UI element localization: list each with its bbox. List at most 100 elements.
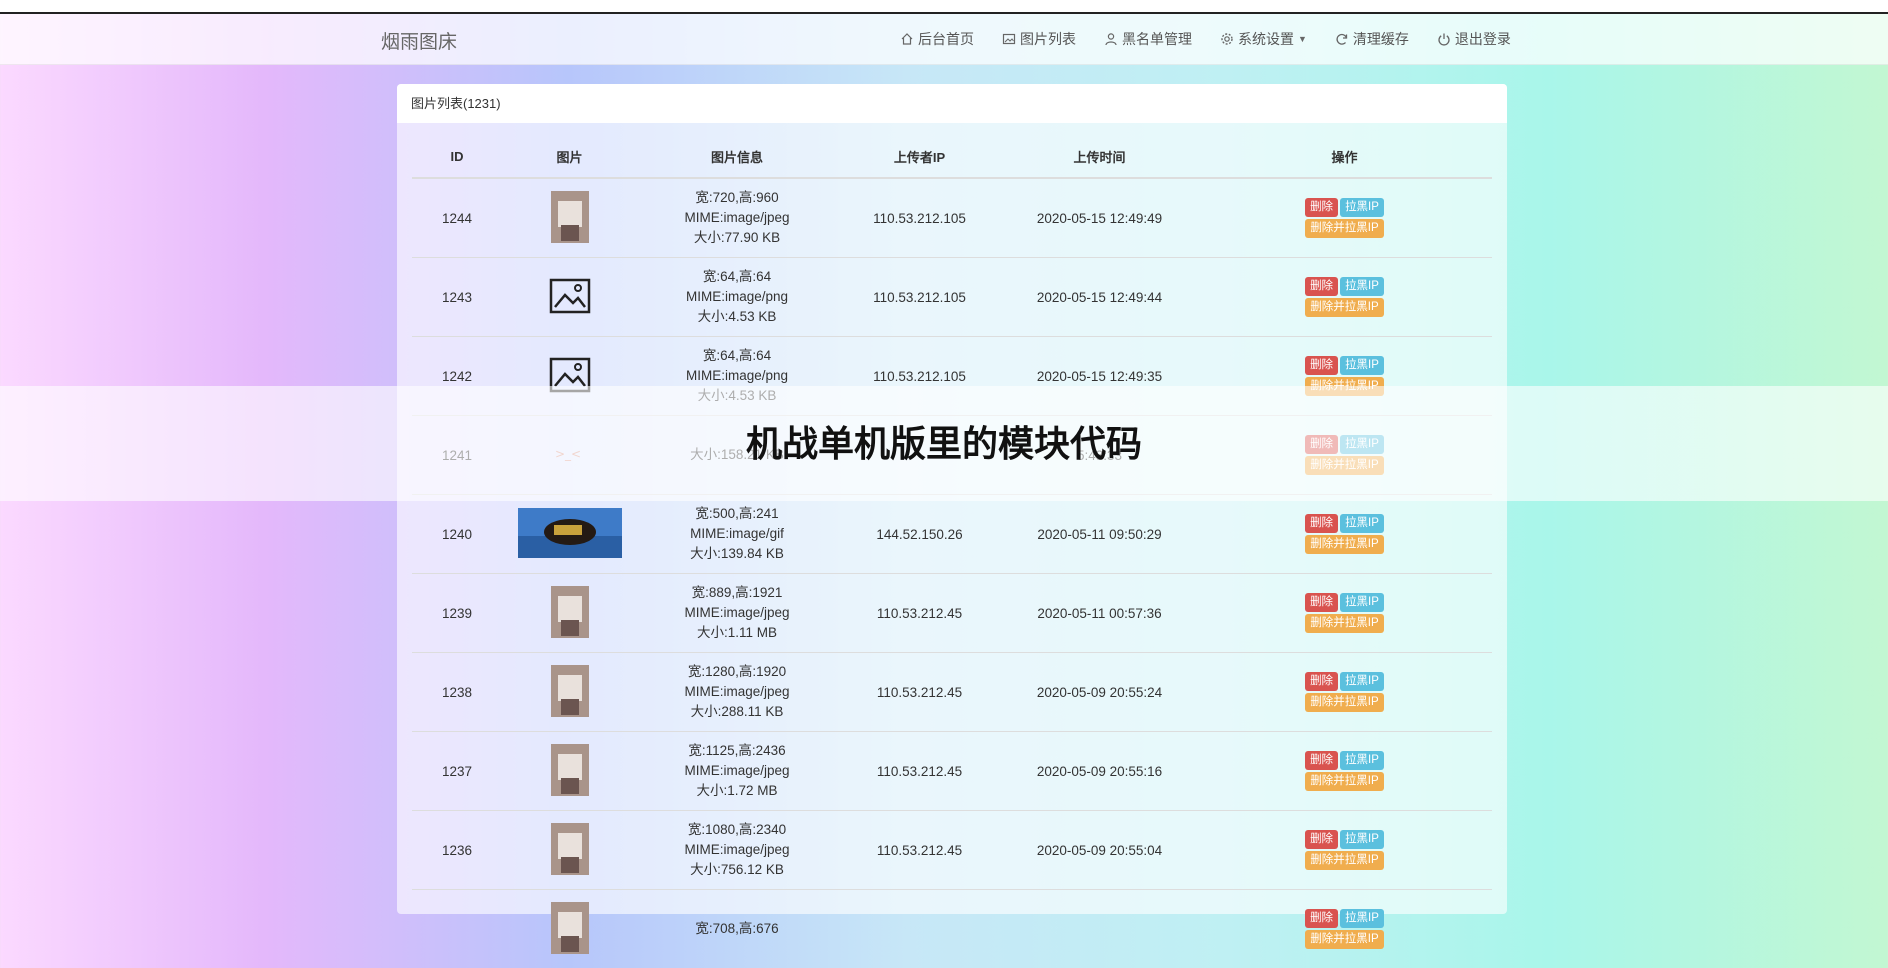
thumbnail-image[interactable] bbox=[551, 586, 589, 641]
thumbnail-image[interactable] bbox=[551, 744, 589, 799]
nav-home[interactable]: 后台首页 bbox=[900, 29, 974, 49]
row-thumbnail-cell bbox=[502, 732, 637, 811]
delete-button[interactable]: 删除 bbox=[1305, 751, 1338, 770]
info-dimensions: 宽:1125,高:2436 bbox=[638, 741, 836, 761]
row-uploader-ip: 110.53.212.105 bbox=[837, 178, 1002, 258]
info-size: 大小:139.84 KB bbox=[638, 544, 836, 564]
delete-and-ban-button[interactable]: 删除并拉黑IP bbox=[1305, 535, 1383, 554]
nav-image-list-label: 图片列表 bbox=[1020, 29, 1076, 49]
nav-blacklist[interactable]: 黑名单管理 bbox=[1104, 29, 1192, 49]
delete-and-ban-button[interactable]: 删除并拉黑IP bbox=[1305, 298, 1383, 317]
delete-button[interactable]: 删除 bbox=[1305, 356, 1338, 375]
ban-ip-button[interactable]: 拉黑IP bbox=[1340, 514, 1384, 533]
info-dimensions: 宽:64,高:64 bbox=[638, 267, 836, 287]
row-id bbox=[412, 890, 502, 968]
row-actions: 删除拉黑IP 删除并拉黑IP bbox=[1197, 732, 1492, 811]
row-id: 1238 bbox=[412, 653, 502, 732]
nav-logout[interactable]: 退出登录 bbox=[1437, 29, 1511, 49]
row-image-info: 宽:889,高:1921MIME:image/jpeg大小:1.11 MB bbox=[637, 574, 837, 653]
info-size: 大小:1.11 MB bbox=[638, 623, 836, 643]
delete-button[interactable]: 删除 bbox=[1305, 830, 1338, 849]
ban-ip-button[interactable]: 拉黑IP bbox=[1340, 672, 1384, 691]
ban-ip-button[interactable]: 拉黑IP bbox=[1340, 909, 1384, 928]
info-dimensions: 宽:500,高:241 bbox=[638, 504, 836, 524]
row-uploader-ip: 144.52.150.26 bbox=[837, 495, 1002, 574]
ban-ip-button[interactable]: 拉黑IP bbox=[1340, 751, 1384, 770]
row-upload-time: 2020-05-09 20:55:04 bbox=[1002, 811, 1197, 890]
delete-and-ban-button[interactable]: 删除并拉黑IP bbox=[1305, 930, 1383, 949]
row-id: 1240 bbox=[412, 495, 502, 574]
delete-button[interactable]: 删除 bbox=[1305, 909, 1338, 928]
power-icon bbox=[1437, 32, 1451, 46]
table-row: 1240 宽:500,高:241MIME:image/gif大小:139.84 K… bbox=[412, 495, 1492, 574]
nav-clear-cache[interactable]: 清理缓存 bbox=[1335, 29, 1409, 49]
ban-ip-button[interactable]: 拉黑IP bbox=[1340, 356, 1384, 375]
home-icon bbox=[900, 32, 914, 46]
info-mime: MIME:image/jpeg bbox=[638, 208, 836, 228]
delete-and-ban-button[interactable]: 删除并拉黑IP bbox=[1305, 772, 1383, 791]
row-image-info: 宽:708,高:676 bbox=[637, 890, 837, 968]
table-row: 宽:708,高:676 删除拉黑IP 删除并拉黑IP bbox=[412, 890, 1492, 968]
delete-button[interactable]: 删除 bbox=[1305, 593, 1338, 612]
thumbnail-image[interactable] bbox=[551, 191, 589, 246]
table-header-row: ID 图片 图片信息 上传者IP 上传时间 操作 bbox=[412, 136, 1492, 178]
row-image-info: 宽:1280,高:1920MIME:image/jpeg大小:288.11 KB bbox=[637, 653, 837, 732]
row-image-info: 宽:500,高:241MIME:image/gif大小:139.84 KB bbox=[637, 495, 837, 574]
table-row: 1236宽:1080,高:2340MIME:image/jpeg大小:756.1… bbox=[412, 811, 1492, 890]
thumbnail-image[interactable] bbox=[551, 665, 589, 720]
info-mime: MIME:image/png bbox=[638, 366, 836, 386]
info-mime: MIME:image/png bbox=[638, 287, 836, 307]
caret-down-icon: ▼ bbox=[1298, 34, 1307, 44]
nav-settings[interactable]: 系统设置 ▼ bbox=[1220, 29, 1307, 49]
col-image-header: 图片 bbox=[502, 136, 637, 178]
col-info-header: 图片信息 bbox=[637, 136, 837, 178]
row-id: 1237 bbox=[412, 732, 502, 811]
ban-ip-button[interactable]: 拉黑IP bbox=[1340, 593, 1384, 612]
info-dimensions: 宽:889,高:1921 bbox=[638, 583, 836, 603]
delete-button[interactable]: 删除 bbox=[1305, 672, 1338, 691]
row-uploader-ip: 110.53.212.45 bbox=[837, 574, 1002, 653]
delete-and-ban-button[interactable]: 删除并拉黑IP bbox=[1305, 851, 1383, 870]
row-uploader-ip: 110.53.212.105 bbox=[837, 258, 1002, 337]
nav-clear-cache-label: 清理缓存 bbox=[1353, 29, 1409, 49]
table-row: 1243宽:64,高:64MIME:image/png大小:4.53 KB110… bbox=[412, 258, 1492, 337]
delete-button[interactable]: 删除 bbox=[1305, 277, 1338, 296]
info-dimensions: 宽:1280,高:1920 bbox=[638, 662, 836, 682]
nav-menu: 后台首页 图片列表 黑名单管理 系统设置 ▼ 清理缓存 退出登录 bbox=[900, 14, 1539, 64]
info-mime: MIME:image/jpeg bbox=[638, 603, 836, 623]
delete-and-ban-button[interactable]: 删除并拉黑IP bbox=[1305, 614, 1383, 633]
info-mime: MIME:image/jpeg bbox=[638, 761, 836, 781]
row-uploader-ip: 110.53.212.45 bbox=[837, 732, 1002, 811]
info-size: 大小:4.53 KB bbox=[638, 307, 836, 327]
delete-and-ban-button[interactable]: 删除并拉黑IP bbox=[1305, 693, 1383, 712]
image-table: ID 图片 图片信息 上传者IP 上传时间 操作 1244 宽:720,高:960… bbox=[412, 136, 1492, 968]
delete-button[interactable]: 删除 bbox=[1305, 514, 1338, 533]
row-image-info: 宽:720,高:960MIME:image/jpeg大小:77.90 KB bbox=[637, 178, 837, 258]
info-mime: MIME:image/jpeg bbox=[638, 840, 836, 860]
table-row: 1244 宽:720,高:960MIME:image/jpeg大小:77.90 K… bbox=[412, 178, 1492, 258]
nav-image-list[interactable]: 图片列表 bbox=[1002, 29, 1076, 49]
row-upload-time: 2020-05-15 12:49:44 bbox=[1002, 258, 1197, 337]
row-actions: 删除拉黑IP 删除并拉黑IP bbox=[1197, 495, 1492, 574]
row-image-info: 宽:64,高:64MIME:image/png大小:4.53 KB bbox=[637, 258, 837, 337]
row-id: 1244 bbox=[412, 178, 502, 258]
nav-settings-label: 系统设置 bbox=[1238, 29, 1294, 49]
delete-and-ban-button[interactable]: 删除并拉黑IP bbox=[1305, 219, 1383, 238]
thumbnail-image[interactable] bbox=[551, 902, 589, 957]
nav-home-label: 后台首页 bbox=[918, 29, 974, 49]
ban-ip-button[interactable]: 拉黑IP bbox=[1340, 277, 1384, 296]
ban-ip-button[interactable]: 拉黑IP bbox=[1340, 198, 1384, 217]
info-size: 大小:1.72 MB bbox=[638, 781, 836, 801]
brand-title[interactable]: 烟雨图床 bbox=[381, 27, 457, 54]
article-title-overlay: 机战单机版里的模块代码 bbox=[0, 386, 1888, 501]
row-actions: 删除拉黑IP 删除并拉黑IP bbox=[1197, 811, 1492, 890]
thumbnail-image[interactable] bbox=[551, 823, 589, 878]
ban-ip-button[interactable]: 拉黑IP bbox=[1340, 830, 1384, 849]
thumbnail-image[interactable] bbox=[518, 508, 622, 561]
info-dimensions: 宽:1080,高:2340 bbox=[638, 820, 836, 840]
nav-logout-label: 退出登录 bbox=[1455, 29, 1511, 49]
info-size: 大小:77.90 KB bbox=[638, 228, 836, 248]
delete-button[interactable]: 删除 bbox=[1305, 198, 1338, 217]
row-upload-time: 2020-05-09 20:55:24 bbox=[1002, 653, 1197, 732]
image-placeholder-icon[interactable] bbox=[549, 278, 591, 317]
